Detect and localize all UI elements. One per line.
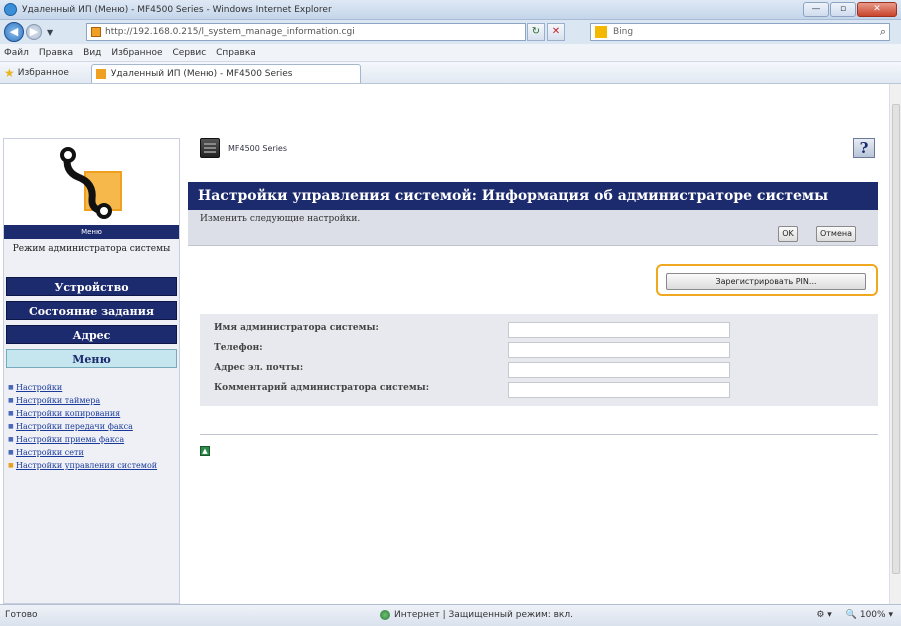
email-field[interactable] [508,362,730,378]
device-header: MF4500 Series [200,134,287,162]
sidebar-link-system-management[interactable]: Настройки управления системой [8,461,178,471]
window-titlebar: Удаленный ИП (Меню) - MF4500 Series - Wi… [0,0,901,20]
zoom-control[interactable]: 🔍 100% ▾ [846,610,893,620]
refresh-button[interactable]: ↻ [527,23,545,41]
zoom-value: 100% [859,610,886,620]
menu-help[interactable]: Справка [216,48,256,58]
sidebar-link-timer[interactable]: Настройки таймера [8,396,178,406]
globe-icon [380,610,390,620]
admin-name-label: Имя администратора системы: [214,323,379,333]
comment-label: Комментарий администратора системы: [214,383,430,393]
status-text: Готово [5,610,38,620]
window-title: Удаленный ИП (Меню) - MF4500 Series - Wi… [22,4,332,15]
status-right-controls: ⚙ ▾ 🔍 100% ▾ [816,610,893,620]
register-pin-button[interactable]: Зарегистрировать PIN... [666,273,866,290]
sidebar-link-settings[interactable]: Настройки [8,383,178,393]
favorites-bar: ★ Избранное Удаленный ИП (Меню) - MF4500… [0,62,901,84]
page-content: Меню Режим администратора системы Устрой… [0,84,889,604]
sidebar-link-network[interactable]: Настройки сети [8,448,178,458]
nav-job-status-button[interactable]: Состояние задания [6,301,177,320]
divider [200,434,878,435]
pin-highlight: Зарегистрировать PIN... [656,264,878,296]
ie-icon [4,3,17,16]
url-buttons: ↻ ✕ [527,23,565,41]
ok-button[interactable]: OK [778,226,798,242]
search-placeholder: Bing [613,27,634,37]
logo-area [4,139,179,225]
cancel-button[interactable]: Отмена [816,226,856,242]
printer-icon [200,138,220,158]
sidebar: Меню Режим администратора системы Устрой… [3,138,180,604]
site-favicon [91,27,101,37]
help-icon[interactable]: ? [853,138,875,158]
admin-name-field[interactable] [508,322,730,338]
back-button[interactable]: ◀ [4,22,24,42]
nav-address-button[interactable]: Адрес [6,325,177,344]
phone-field[interactable] [508,342,730,358]
search-icon[interactable]: ⌕ [880,24,886,40]
menu-tools[interactable]: Сервис [173,48,207,58]
url-input[interactable]: http://192.168.0.215/l_system_manage_inf… [86,23,526,41]
zone-text: Интернет | Защищенный режим: вкл. [394,610,573,620]
menu-file[interactable]: Файл [4,48,29,58]
phone-label: Телефон: [214,343,263,353]
browser-tab[interactable]: Удаленный ИП (Меню) - MF4500 Series [90,64,361,83]
comment-field[interactable] [508,382,730,398]
minimize-button[interactable]: — [803,2,829,17]
vertical-scrollbar[interactable] [889,84,901,604]
scrollbar-thumb[interactable] [892,104,900,574]
address-toolbar: ◀ ▶ ▼ http://192.168.0.215/l_system_mana… [0,20,901,44]
zoom-dropdown-icon: ▾ [888,610,893,620]
form-row-phone: Телефон: [200,340,878,360]
instruction-bar: Изменить следующие настройки. OK Отмена [188,210,878,246]
remote-ui-logo [60,147,122,219]
main-panel: MF4500 Series ? Настройки управления сис… [188,134,883,604]
form-row-comment: Комментарий администратора системы: [200,380,878,400]
bing-icon [595,26,607,38]
favorites-button[interactable]: Избранное [18,68,69,78]
sidebar-link-copy[interactable]: Настройки копирования [8,409,178,419]
form-row-admin-name: Имя администратора системы: [200,320,878,340]
tab-favicon [95,69,106,79]
admin-info-form: Имя администратора системы: Телефон: Адр… [200,314,878,406]
sidebar-link-fax-receive[interactable]: Настройки приема факса [8,435,178,445]
back-to-top-icon[interactable]: ▲ [200,446,210,456]
mode-bar: Меню [4,225,179,239]
nav-menu-button[interactable]: Меню [6,349,177,368]
nav-device-button[interactable]: Устройство [6,277,177,296]
stop-button[interactable]: ✕ [547,23,565,41]
history-dropdown-icon[interactable]: ▼ [47,28,53,37]
url-text: http://192.168.0.215/l_system_manage_inf… [105,27,355,37]
menu-bar: Файл Правка Вид Избранное Сервис Справка [0,44,901,62]
forward-button[interactable]: ▶ [26,24,42,40]
favorites-star-icon[interactable]: ★ [4,66,15,80]
admin-mode-label: Режим администратора системы [12,244,171,254]
sidebar-link-fax-send[interactable]: Настройки передачи факса [8,422,178,432]
security-zone[interactable]: Интернет | Защищенный режим: вкл. [380,610,573,620]
search-input[interactable]: Bing ⌕ [590,23,890,41]
device-name: MF4500 Series [228,143,288,153]
status-bar: Готово Интернет | Защищенный режим: вкл.… [0,604,901,626]
menu-view[interactable]: Вид [83,48,101,58]
email-label: Адрес эл. почты: [214,363,304,373]
page-title: Настройки управления системой: Информаци… [188,182,878,210]
zoom-icon: 🔍 [845,610,857,620]
form-row-email: Адрес эл. почты: [200,360,878,380]
close-button[interactable]: ✕ [857,2,897,17]
menu-edit[interactable]: Правка [39,48,73,58]
menu-favorites[interactable]: Избранное [111,48,162,58]
maximize-button[interactable]: ▫ [830,2,856,17]
tab-title: Удаленный ИП (Меню) - MF4500 Series [110,69,293,79]
tools-dropdown-icon[interactable]: ⚙ ▾ [816,610,831,620]
sidebar-links: Настройки Настройки таймера Настройки ко… [8,383,178,474]
window-controls: — ▫ ✕ [803,2,897,17]
instruction-text: Изменить следующие настройки. [200,214,361,224]
